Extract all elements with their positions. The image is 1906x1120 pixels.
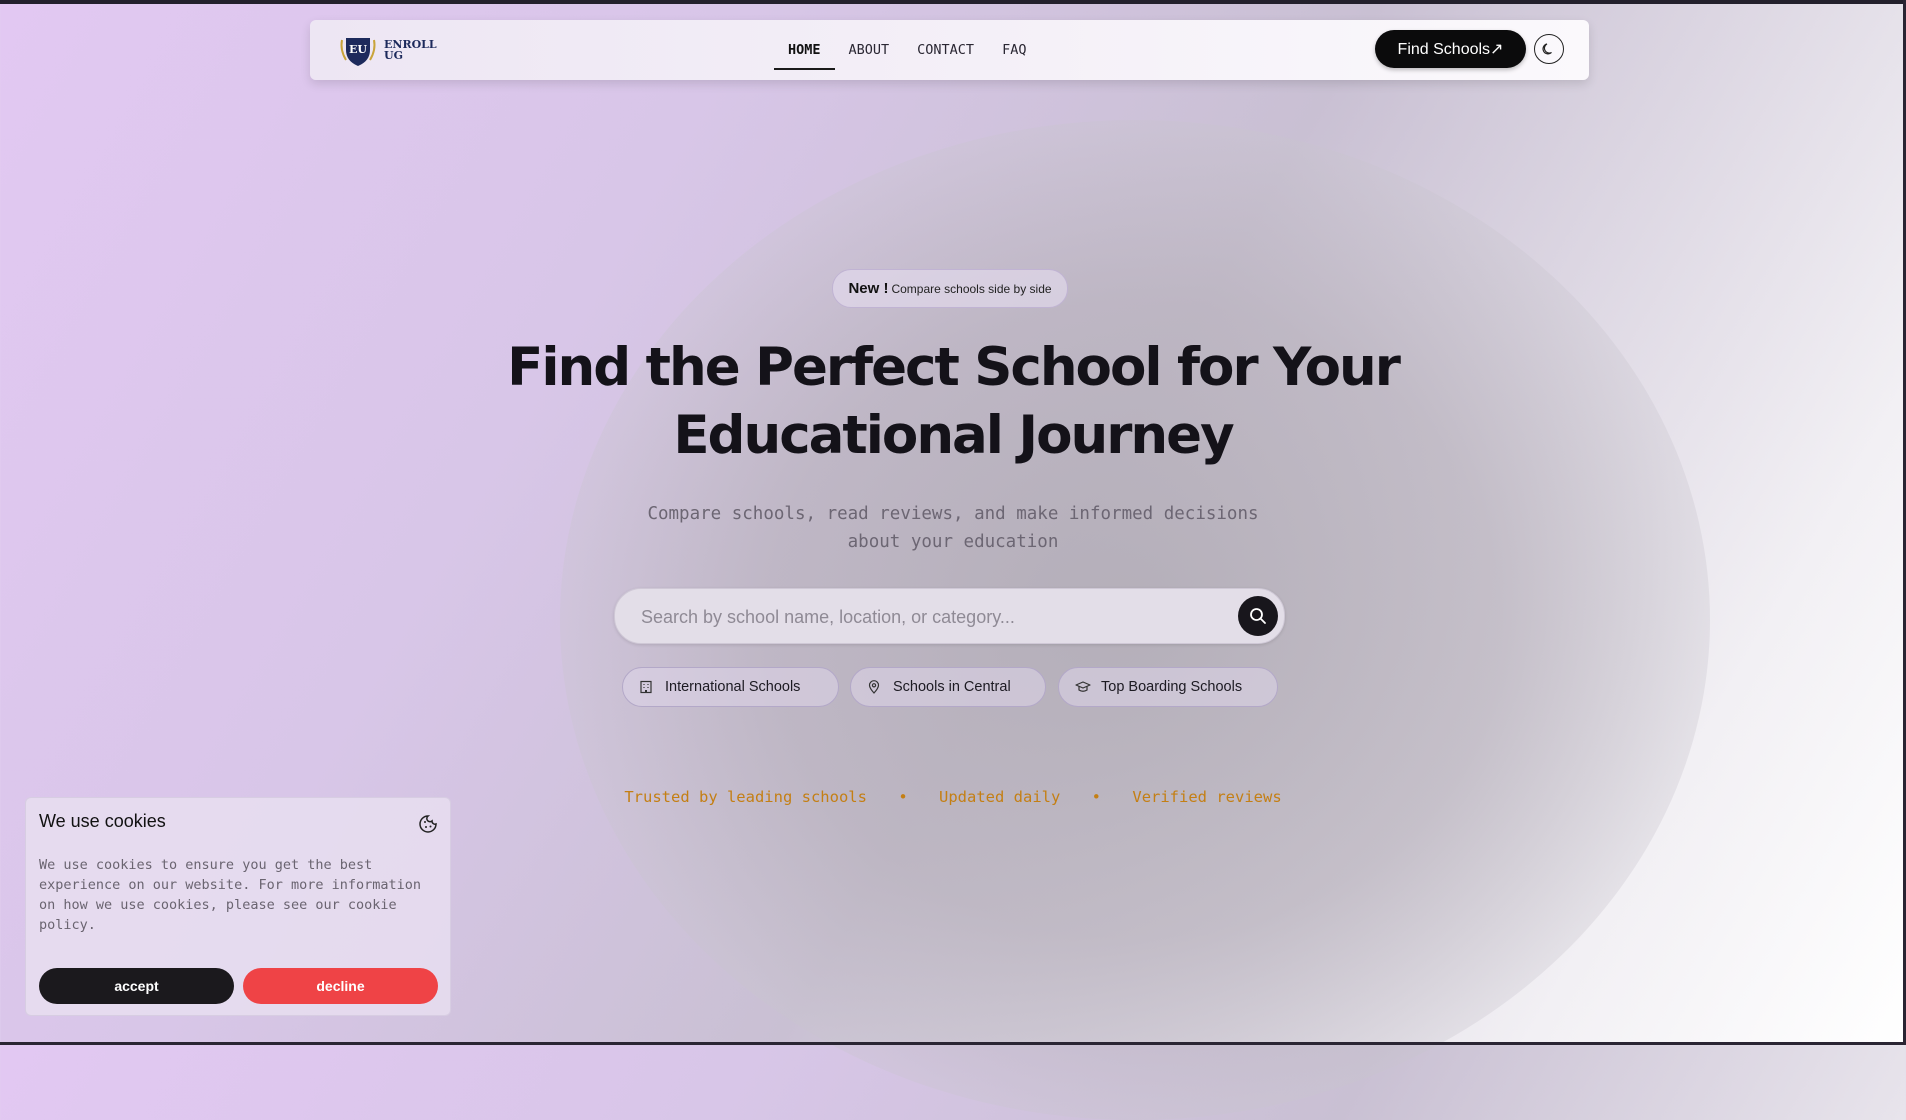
window-top-border [0,0,1906,4]
find-schools-button[interactable]: Find Schools↗ [1375,30,1526,68]
filter-label: Schools in Central [893,679,1011,695]
cookie-banner: We use cookies We use cookies to ensure … [25,797,451,1016]
new-feature-badge[interactable]: New ! Compare schools side by side [832,269,1068,308]
nav-contact[interactable]: CONTACT [903,20,988,80]
trust-separator: • [898,788,908,806]
hero-title: Find the Perfect School for Your Educati… [453,334,1453,470]
logo-shield-icon: EU [340,38,376,66]
hero-subtitle-line-2: about your education [847,532,1059,552]
filter-label: Top Boarding Schools [1101,679,1243,695]
trust-indicators: Trusted by leading schools • Updated dai… [603,788,1303,806]
graduation-cap-icon [1075,679,1091,695]
filter-schools-in-central[interactable]: Schools in Central [850,667,1046,707]
hero-subtitle-line-1: Compare schools, read reviews, and make … [647,504,1259,524]
filter-label: International Schools [665,679,801,695]
trust-item: Trusted by leading schools [624,788,867,806]
cookie-accept-button[interactable]: accept [39,968,234,1004]
search-icon [1250,608,1266,624]
nav-home[interactable]: HOME [774,20,835,80]
logo[interactable]: EU ENROLL UG [336,32,437,68]
cookie-decline-button[interactable]: decline [243,968,438,1004]
building-icon [639,679,655,695]
hero-title-line-1: Find the Perfect School for Your [507,337,1401,398]
nav-about[interactable]: ABOUT [835,20,904,80]
badge-text: Compare schools side by side [891,281,1052,296]
filter-top-boarding-schools[interactable]: Top Boarding Schools [1058,667,1278,707]
theme-toggle-button[interactable] [1534,34,1564,64]
filter-international-schools[interactable]: International Schools [622,667,839,707]
search-button[interactable] [1238,596,1278,636]
trust-separator: • [1091,788,1102,806]
cookie-title: We use cookies [39,811,166,831]
cookie-icon [419,815,437,833]
map-pin-icon [867,679,883,695]
moon-icon [1542,43,1552,55]
main-nav: HOME ABOUT CONTACT FAQ [774,20,1040,80]
navbar: EU ENROLL UG HOME ABOUT CONTACT FAQ Find… [310,20,1589,80]
trust-item: Updated daily [939,788,1061,806]
search-input[interactable] [639,589,1203,645]
svg-text:EU: EU [349,43,367,56]
hero-title-line-2: Educational Journey [673,405,1234,466]
logo-text: ENROLL UG [384,38,437,62]
trust-item: Verified reviews [1132,788,1282,806]
hero-subtitle: Compare schools, read reviews, and make … [603,500,1303,556]
cookie-text: We use cookies to ensure you get the bes… [39,857,422,933]
badge-new-label: New ! [848,280,889,297]
nav-faq[interactable]: FAQ [988,20,1040,80]
search-bar [614,588,1285,645]
